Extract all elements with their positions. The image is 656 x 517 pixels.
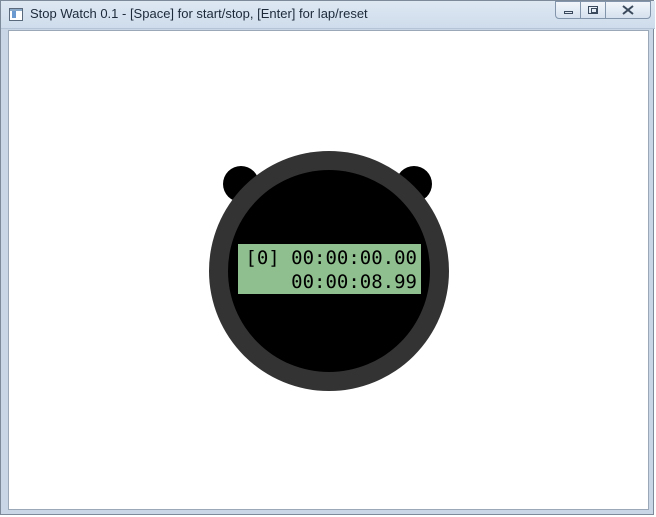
- minimize-button[interactable]: [555, 1, 581, 19]
- app-window: Stop Watch 0.1 - [Space] for start/stop,…: [0, 0, 655, 515]
- app-icon[interactable]: [9, 8, 23, 21]
- maximize-button[interactable]: [580, 1, 606, 19]
- window-title: Stop Watch 0.1 - [Space] for start/stop,…: [30, 6, 368, 21]
- title-bar[interactable]: Stop Watch 0.1 - [Space] for start/stop,…: [1, 1, 655, 29]
- minimize-icon: [564, 11, 573, 14]
- stopwatch-canvas[interactable]: [0] 00:00:00.00 00:00:08.99: [8, 30, 649, 510]
- stopwatch-graphic: [0] 00:00:00.00 00:00:08.99: [209, 151, 449, 391]
- lap-readout: [0] 00:00:00.00: [245, 247, 417, 269]
- time-readout: 00:00:08.99: [291, 271, 417, 293]
- close-button[interactable]: [605, 1, 651, 19]
- restore-icon: [588, 6, 598, 14]
- window-controls: [555, 1, 651, 21]
- close-icon: [622, 5, 634, 15]
